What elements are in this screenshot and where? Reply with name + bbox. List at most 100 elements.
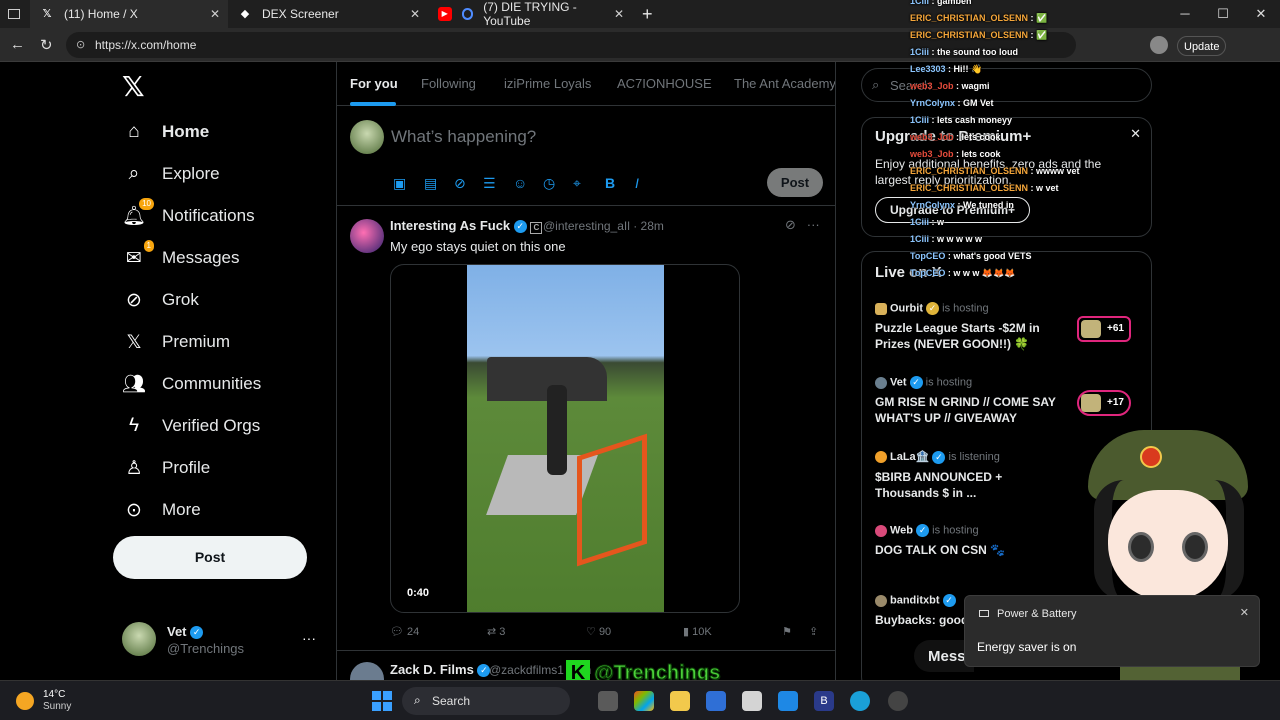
maximize-button[interactable]: ☐ bbox=[1204, 0, 1242, 28]
close-icon[interactable]: ✕ bbox=[410, 7, 420, 21]
repost-button[interactable]: ⇄ 3 bbox=[487, 625, 505, 638]
browser-profile-avatar[interactable] bbox=[1150, 36, 1168, 54]
cap-badge-icon bbox=[1140, 446, 1162, 468]
dexscreener-icon: ◆ bbox=[240, 8, 250, 20]
tweet-handle[interactable]: @interesting_aIl · 28m bbox=[543, 219, 664, 233]
poll-icon[interactable]: ☰ bbox=[483, 175, 496, 192]
chat-message: web3_Job : lets cook bbox=[910, 132, 1001, 142]
taskbar-search[interactable]: ⌕ Search bbox=[402, 687, 570, 715]
tweet-author[interactable]: Interesting As Fuck ✓ C bbox=[390, 218, 543, 234]
chat-text: : the sound too loud bbox=[929, 47, 1018, 57]
new-tab-button[interactable]: + bbox=[632, 0, 663, 28]
sidebar-item-communities[interactable]: 👥︎ Communities bbox=[122, 372, 261, 396]
chat-message: Lee3303 : Hi!! 👋 bbox=[910, 64, 982, 75]
home-icon: ⌂ bbox=[128, 121, 140, 142]
compose-post-button[interactable]: Post bbox=[767, 168, 823, 197]
tab-ac7ionhouse[interactable]: AC7IONHOUSE bbox=[617, 76, 712, 91]
chat-message: 1Ciii : the sound too loud bbox=[910, 47, 1018, 57]
task-view-icon[interactable] bbox=[598, 691, 618, 711]
chat-message: ERIC_CHRISTIAN_OLSENN : ✅ bbox=[910, 30, 1047, 41]
sidebar-item-home[interactable]: ⌂ Home bbox=[122, 120, 209, 144]
emoji-icon[interactable]: ☺ bbox=[513, 175, 527, 191]
list-item[interactable]: Vet ✓ is hosting GM RISE N GRIND // COME… bbox=[875, 376, 1145, 426]
chat-message: 1Ciii : gambeh bbox=[910, 0, 972, 6]
tab-for-you[interactable]: For you bbox=[350, 76, 398, 91]
x-logo-icon[interactable]: 𝕏 bbox=[122, 70, 145, 103]
minimize-button[interactable]: ─ bbox=[1166, 0, 1204, 28]
image-icon[interactable]: ▣ bbox=[393, 175, 406, 192]
tab-following[interactable]: Following bbox=[421, 76, 476, 91]
tab-dexscreener[interactable]: ◆ DEX Screener ✕ bbox=[228, 0, 428, 28]
close-icon[interactable]: ✕ bbox=[210, 7, 220, 21]
back-arrow-icon[interactable]: ← bbox=[10, 36, 25, 53]
avatar[interactable] bbox=[350, 120, 384, 154]
sidebar-item-premium[interactable]: 𝕏 Premium bbox=[122, 330, 230, 354]
avatar[interactable] bbox=[350, 662, 384, 682]
like-button[interactable]: ♡ 90 bbox=[586, 625, 611, 638]
grok-icon[interactable]: ⊘ bbox=[454, 175, 466, 192]
close-icon[interactable]: ✕ bbox=[1130, 126, 1141, 142]
sidebar-item-more[interactable]: ⊙ More bbox=[122, 498, 201, 522]
list-item[interactable]: Ourbit ✓ is hosting Puzzle League Starts… bbox=[875, 302, 1145, 352]
tab-the-ant-academy[interactable]: The Ant Academy bbox=[734, 76, 835, 91]
schedule-icon[interactable]: ◷ bbox=[543, 175, 555, 192]
reply-button[interactable]: 💬︎ 24 bbox=[390, 625, 419, 638]
gif-icon[interactable]: ▤ bbox=[424, 175, 437, 192]
chat-message: TopCEO : what's good VETS bbox=[910, 251, 1031, 261]
dropbox-icon[interactable] bbox=[778, 691, 798, 711]
listener-count: +17 bbox=[1077, 390, 1131, 416]
bookmark-icon[interactable]: ⚑ bbox=[782, 625, 792, 638]
location-icon[interactable]: ⌖ bbox=[573, 175, 581, 192]
sidebar-item-grok[interactable]: ⊘ Grok bbox=[122, 288, 199, 312]
timeline: For you Following iziPrime Loyals AC7ION… bbox=[336, 62, 836, 682]
avatar bbox=[875, 376, 887, 389]
weather-condition: Sunny bbox=[43, 701, 72, 712]
copilot-icon[interactable] bbox=[634, 691, 654, 711]
update-button[interactable]: Update bbox=[1177, 36, 1227, 56]
chat-username: 1Ciii bbox=[910, 115, 930, 125]
edge-icon[interactable] bbox=[850, 691, 870, 711]
compose-input[interactable]: What’s happening? bbox=[391, 127, 536, 147]
sidebar-item-profile[interactable]: ♙ Profile bbox=[122, 456, 210, 480]
b-app-icon[interactable]: B bbox=[814, 691, 834, 711]
avatar bbox=[875, 451, 887, 464]
verified-badge-icon: ✓ bbox=[932, 450, 946, 464]
share-icon[interactable]: ⇪ bbox=[809, 625, 818, 638]
views-button[interactable]: ▮ 10K bbox=[683, 625, 712, 638]
tab-youtube[interactable]: ▶ (7) DIE TRYING - YouTube ✕ bbox=[428, 0, 632, 28]
sidebar-item-explore[interactable]: ⌕ Explore bbox=[122, 162, 220, 186]
tab-iziprime-loyals[interactable]: iziPrime Loyals bbox=[504, 76, 591, 91]
post-button[interactable]: Post bbox=[113, 536, 307, 579]
chat-username: TopCEO bbox=[910, 251, 946, 261]
sidebar-item-verified-orgs[interactable]: ϟ Verified Orgs bbox=[122, 414, 260, 438]
tab-x-home[interactable]: 𝕏 (11) Home / X ✕ bbox=[30, 0, 228, 28]
more-options-icon[interactable]: ··· bbox=[807, 217, 820, 232]
sidebar-item-messages[interactable]: ✉ 1 Messages bbox=[122, 240, 239, 270]
tweet-author[interactable]: Zack D. Films ✓ bbox=[390, 662, 491, 678]
space-title: GM RISE N GRIND // COME SAY WHAT'S UP //… bbox=[875, 395, 1056, 425]
power-notification: Power & Battery ✕ Energy saver is on bbox=[964, 595, 1260, 667]
store-icon[interactable] bbox=[706, 691, 726, 711]
tab-actions-button[interactable] bbox=[0, 0, 30, 28]
close-icon[interactable]: ✕ bbox=[614, 7, 624, 21]
bold-icon[interactable]: B bbox=[605, 175, 615, 191]
eye bbox=[1128, 532, 1154, 562]
close-window-button[interactable]: ✕ bbox=[1242, 0, 1280, 28]
tweet-video[interactable]: 0:40 bbox=[390, 264, 740, 613]
italic-icon[interactable]: I bbox=[635, 175, 639, 191]
more-options-icon[interactable]: ··· bbox=[302, 630, 316, 646]
amazon-icon[interactable] bbox=[742, 691, 762, 711]
grok-icon[interactable]: ⊘ bbox=[785, 217, 796, 232]
chat-message: 1Ciii : w w w w w bbox=[910, 234, 982, 244]
more-circle-icon: ⊙ bbox=[126, 499, 142, 521]
site-info-icon[interactable]: ⊙ bbox=[76, 38, 85, 51]
refresh-icon[interactable]: ↻ bbox=[40, 36, 53, 54]
windows-start-icon[interactable] bbox=[372, 691, 392, 711]
close-icon[interactable]: ✕ bbox=[1240, 606, 1249, 619]
obs-icon[interactable] bbox=[888, 691, 908, 711]
file-explorer-icon[interactable] bbox=[670, 691, 690, 711]
avatar[interactable] bbox=[350, 219, 384, 253]
chat-username: ERIC_CHRISTIAN_OLSENN bbox=[910, 13, 1029, 23]
sidebar-item-notifications[interactable]: 🔔︎ 10 Notifications bbox=[122, 198, 255, 228]
verified-badge-icon: ✓ bbox=[513, 220, 527, 234]
